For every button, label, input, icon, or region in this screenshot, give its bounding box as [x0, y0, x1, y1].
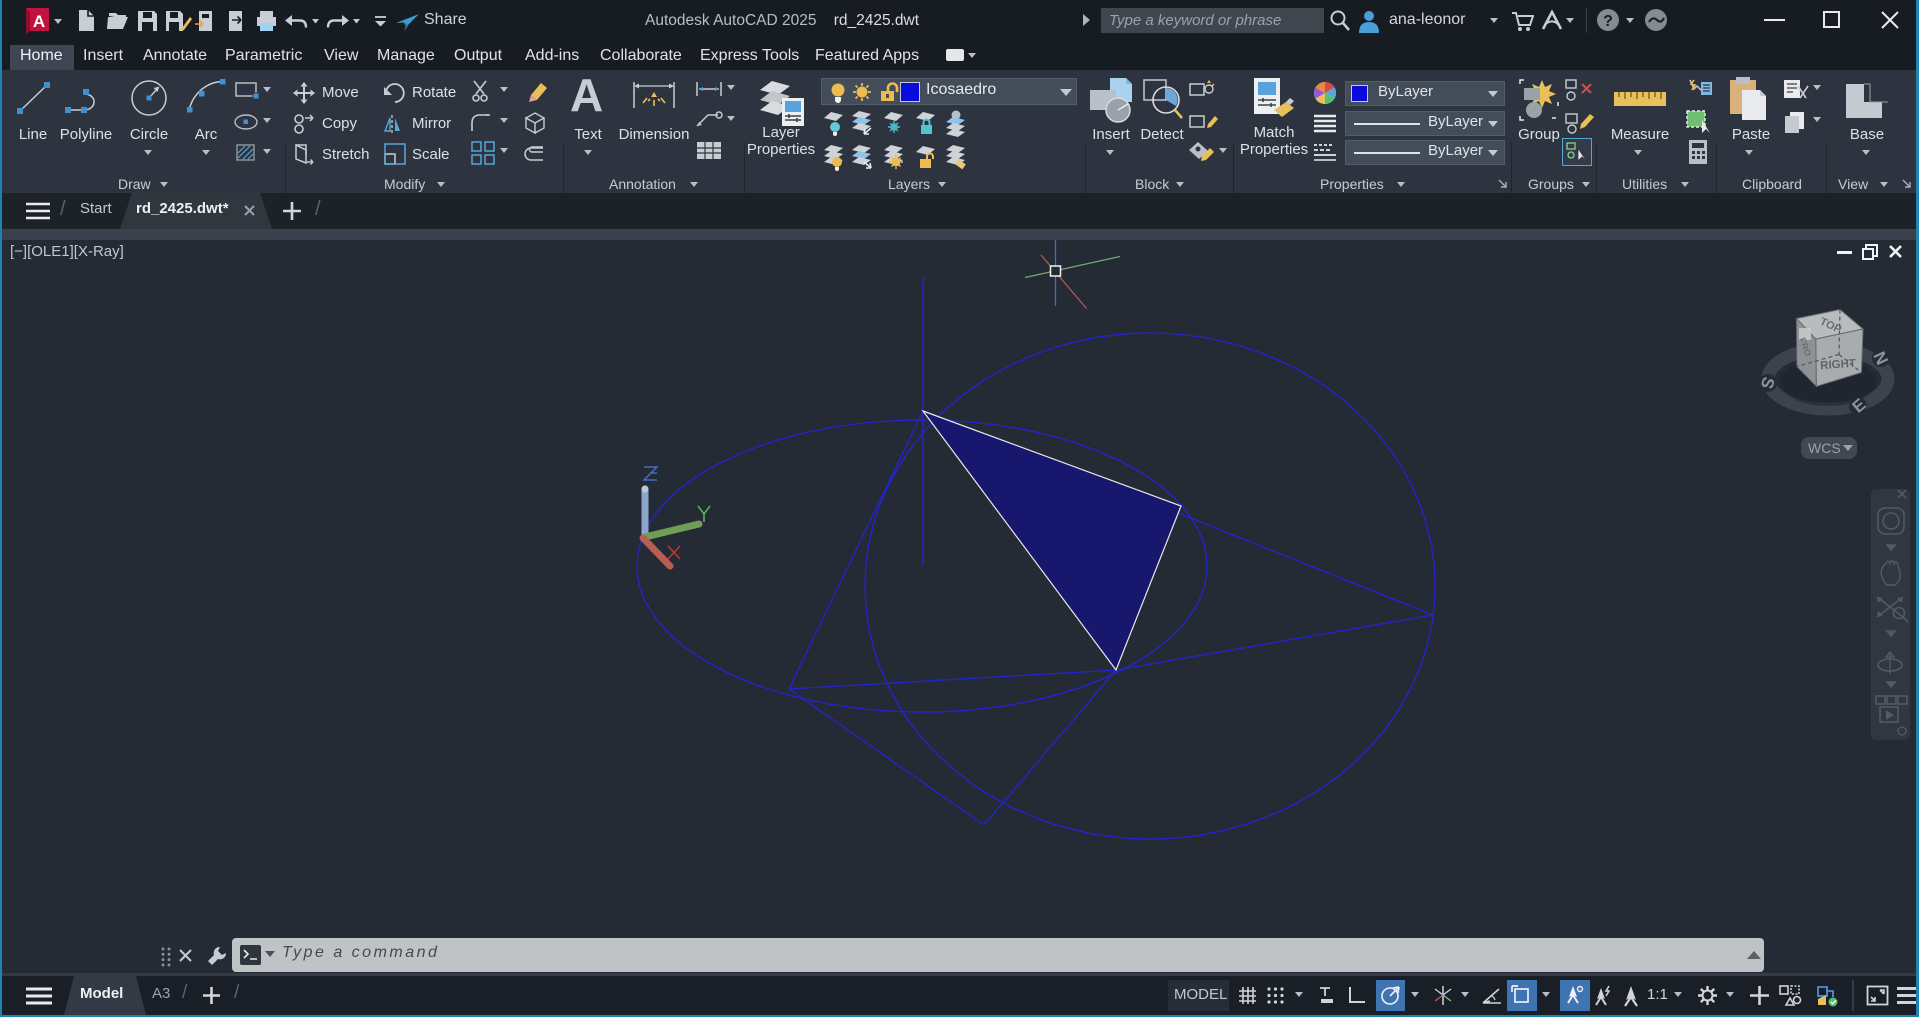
svg-text:WCS: WCS [1808, 440, 1841, 456]
svg-text:S: S [1757, 375, 1779, 392]
svg-text:?: ? [1603, 13, 1613, 30]
svg-text:RIGHT: RIGHT [1820, 358, 1857, 372]
svg-text:A: A [33, 12, 45, 31]
